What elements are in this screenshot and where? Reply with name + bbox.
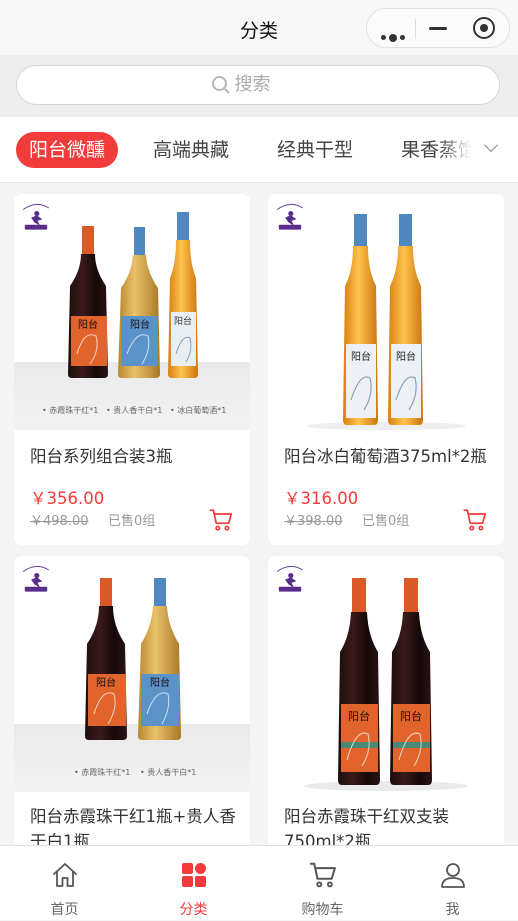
bottom-tab-bar: 首页 分类 购物车 我 xyxy=(0,845,518,920)
sold-count: 已售0组 xyxy=(362,514,410,529)
original-price: ￥498.00 xyxy=(30,514,89,529)
search-box[interactable] xyxy=(16,65,500,105)
brand-logo-icon xyxy=(276,565,304,593)
product-price: ￥316.00 xyxy=(284,489,359,508)
tab-yangtai-weixun[interactable]: 阳台微醺 xyxy=(16,132,119,168)
product-image[interactable]: 阳台 阳台 阳台 • 赤霞珠干红*1 • 贵人香干白*1 • 冰白葡萄酒*1 xyxy=(14,194,250,430)
tab-cart[interactable]: 购物车 xyxy=(258,846,387,921)
cart-icon xyxy=(308,862,336,888)
product-image[interactable]: 阳台 阳台 xyxy=(268,556,504,792)
image-caption: • 贵人香干白*1 xyxy=(106,405,162,415)
user-icon xyxy=(440,863,465,888)
tab-label: 首页 xyxy=(50,902,79,918)
bottle-label: 阳台 xyxy=(96,676,116,689)
tab-label: 我 xyxy=(445,902,460,918)
tab-gaoduan-diancang[interactable]: 高端典藏 xyxy=(153,132,229,168)
capsule-divider xyxy=(415,19,416,39)
product-image[interactable]: 阳台 阳台 xyxy=(268,194,504,430)
more-icon[interactable] xyxy=(381,27,408,46)
product-image[interactable]: 阳台 阳台 • 赤霞珠干红*1 • 贵人香干白*1 xyxy=(14,556,250,792)
close-miniprogram-icon[interactable] xyxy=(473,17,495,39)
bottle-label: 阳台 xyxy=(174,315,192,327)
search-input[interactable] xyxy=(234,66,305,104)
add-to-cart-icon[interactable] xyxy=(462,507,488,533)
tabs-fade xyxy=(440,117,518,182)
bottle-label: 阳台 xyxy=(130,318,150,331)
product-name[interactable]: 阳台冰白葡萄酒375ml*2瓶 xyxy=(284,444,496,469)
brand-logo-icon xyxy=(22,565,50,593)
product-card[interactable]: 阳台 阳台 阳台赤霞珠干红双支装750ml*2瓶 xyxy=(268,556,504,876)
category-icon xyxy=(181,863,206,887)
product-name[interactable]: 阳台系列组合装3瓶 xyxy=(30,444,242,469)
original-price: ￥398.00 xyxy=(284,514,343,529)
product-price: ￥356.00 xyxy=(30,489,105,508)
search-bar xyxy=(0,55,518,117)
image-caption: • 赤霞珠干红*1 xyxy=(74,767,130,777)
tab-home[interactable]: 首页 xyxy=(0,846,129,921)
tab-jingdian-ganxing[interactable]: 经典干型 xyxy=(277,132,353,168)
bottle-label: 阳台 xyxy=(78,318,98,331)
image-caption: • 赤霞珠干红*1 xyxy=(42,405,98,415)
tab-label: 购物车 xyxy=(301,902,344,918)
bottle-label: 阳台 xyxy=(400,709,422,723)
bottle-label: 阳台 xyxy=(150,676,170,689)
miniprogram-capsule xyxy=(366,8,510,48)
nav-bar: 分类 xyxy=(0,0,518,55)
tab-category[interactable]: 分类 xyxy=(129,846,258,921)
add-to-cart-icon[interactable] xyxy=(208,507,234,533)
bottle-label: 阳台 xyxy=(351,350,371,363)
product-card[interactable]: 阳台 阳台 阳台冰白葡萄酒375ml*2瓶 ￥316.00 ￥398.00 已售… xyxy=(268,194,504,545)
image-caption: • 贵人香干白*1 xyxy=(140,767,196,777)
image-caption: • 冰白葡萄酒*1 xyxy=(170,405,226,415)
product-card[interactable]: 阳台 阳台 阳台 • 赤霞珠干红*1 • 贵人香干白*1 • 冰白葡萄酒*1 阳… xyxy=(14,194,250,545)
bottle-label: 阳台 xyxy=(396,350,416,363)
brand-logo-icon xyxy=(276,203,304,231)
brand-logo-icon xyxy=(22,203,50,231)
tab-label: 分类 xyxy=(179,902,208,918)
search-icon xyxy=(211,75,227,91)
product-card[interactable]: 阳台 阳台 • 赤霞珠干红*1 • 贵人香干白*1 阳台赤霞珠干红1瓶+贵人香干… xyxy=(14,556,250,876)
tab-me[interactable]: 我 xyxy=(388,846,517,921)
minimize-icon[interactable] xyxy=(429,27,447,30)
sold-count: 已售0组 xyxy=(108,514,156,529)
category-tabs: 阳台微醺 高端典藏 经典干型 果香蒸馏 xyxy=(0,117,518,183)
bottle-label: 阳台 xyxy=(348,709,370,723)
home-icon xyxy=(52,863,77,887)
